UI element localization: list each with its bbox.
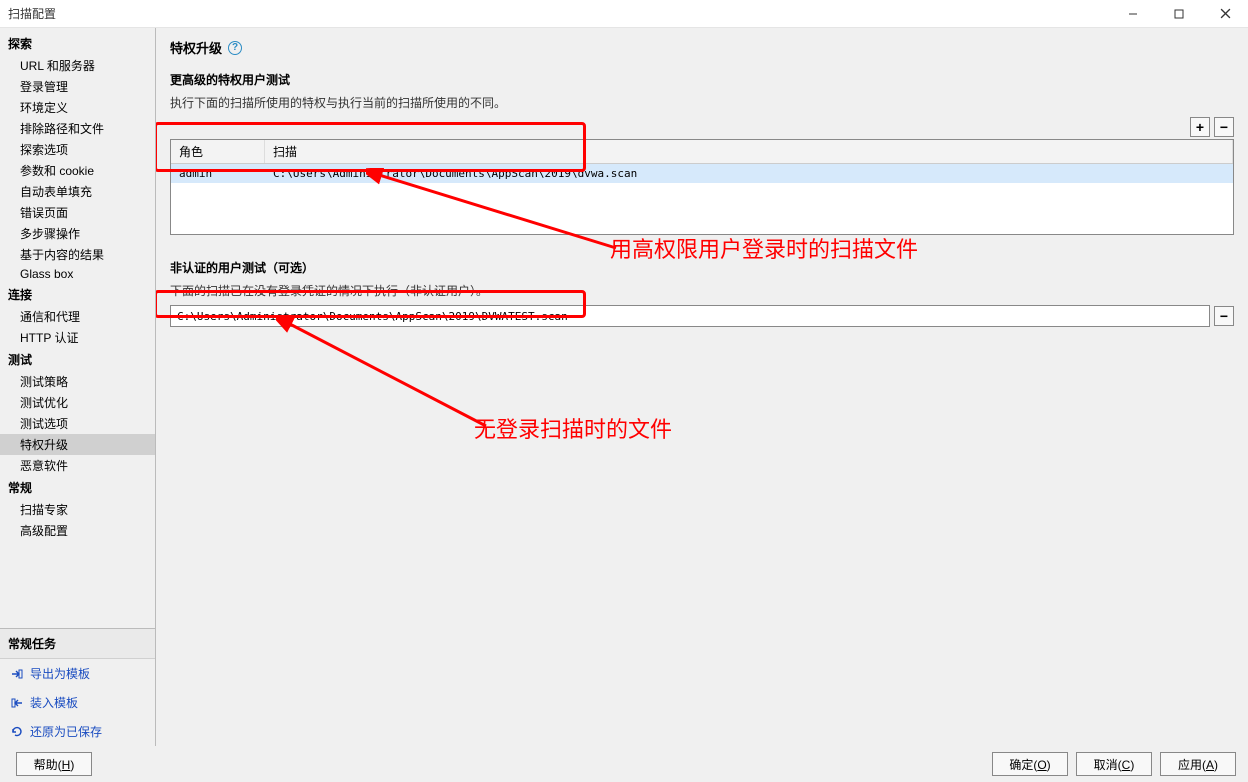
sidebar: 探索 URL 和服务器 登录管理 环境定义 排除路径和文件 探索选项 参数和 c…	[0, 28, 156, 746]
task-revert-saved[interactable]: 还原为已保存	[0, 717, 155, 746]
titlebar: 扫描配置	[0, 0, 1248, 28]
section2-title: 非认证的用户测试（可选）	[170, 259, 1234, 276]
tree-item-testoptions[interactable]: 测试选项	[0, 413, 155, 434]
add-row-button[interactable]: +	[1190, 117, 1210, 137]
clear-path-button[interactable]: −	[1214, 306, 1234, 326]
tree-item-params[interactable]: 参数和 cookie	[0, 160, 155, 181]
tasks-header: 常规任务	[0, 629, 155, 659]
help-button[interactable]: 帮助(H)	[16, 752, 92, 776]
section1-title: 更高级的特权用户测试	[170, 71, 1234, 88]
window-controls	[1110, 0, 1248, 28]
unauth-path-input[interactable]	[170, 305, 1210, 327]
minimize-button[interactable]	[1110, 0, 1156, 28]
footer-right: 确定(O) 取消(C) 应用(A)	[992, 752, 1240, 776]
tree-item-comm[interactable]: 通信和代理	[0, 306, 155, 327]
page-title-row: 特权升级 ?	[170, 38, 1234, 57]
maximize-button[interactable]	[1156, 0, 1202, 28]
tree-item-httpauth[interactable]: HTTP 认证	[0, 327, 155, 348]
tree-item-content[interactable]: 基于内容的结果	[0, 244, 155, 265]
annotation-2: 无登录扫描时的文件	[474, 412, 672, 444]
task-load-template[interactable]: 装入模板	[0, 688, 155, 717]
tree-item-advanced[interactable]: 高级配置	[0, 520, 155, 541]
tree-item-privilege[interactable]: 特权升级	[0, 434, 155, 455]
col-role[interactable]: 角色	[171, 140, 265, 163]
tree-group-connect[interactable]: 连接	[0, 283, 155, 306]
page-title: 特权升级	[170, 38, 222, 57]
footer: 帮助(H) 确定(O) 取消(C) 应用(A)	[0, 746, 1248, 782]
table-header: 角色 扫描	[171, 140, 1233, 164]
table-row[interactable]: admin C:\Users\Administrator\Documents\A…	[171, 164, 1233, 183]
section1-desc: 执行下面的扫描所使用的特权与执行当前的扫描所使用的不同。	[170, 94, 1234, 111]
tree-item-autoform[interactable]: 自动表单填充	[0, 181, 155, 202]
help-icon[interactable]: ?	[228, 41, 242, 55]
cell-role: admin	[171, 164, 265, 183]
cell-scan: C:\Users\Administrator\Documents\AppScan…	[265, 164, 1233, 183]
tree-item-multistep[interactable]: 多步骤操作	[0, 223, 155, 244]
tree-group-test[interactable]: 测试	[0, 348, 155, 371]
tree-item-env[interactable]: 环境定义	[0, 97, 155, 118]
tree-item-exclude[interactable]: 排除路径和文件	[0, 118, 155, 139]
table-toolbar: + −	[170, 117, 1234, 137]
tree-item-glassbox[interactable]: Glass box	[0, 265, 155, 283]
task-link-label: 还原为已保存	[30, 723, 102, 740]
export-icon	[10, 667, 24, 681]
window-title: 扫描配置	[8, 5, 1110, 22]
ok-button[interactable]: 确定(O)	[992, 752, 1068, 776]
section2-desc: 下面的扫描已在没有登录凭证的情况下执行（非认证用户）。	[170, 282, 1234, 299]
content-panel: 特权升级 ? 更高级的特权用户测试 执行下面的扫描所使用的特权与执行当前的扫描所…	[156, 28, 1248, 746]
unauth-section: 非认证的用户测试（可选） 下面的扫描已在没有登录凭证的情况下执行（非认证用户）。…	[170, 259, 1234, 327]
tree-group-general[interactable]: 常规	[0, 476, 155, 499]
apply-button[interactable]: 应用(A)	[1160, 752, 1236, 776]
tree-item-url[interactable]: URL 和服务器	[0, 55, 155, 76]
cancel-button[interactable]: 取消(C)	[1076, 752, 1152, 776]
tree-item-testpolicy[interactable]: 测试策略	[0, 371, 155, 392]
tree-item-malware[interactable]: 恶意软件	[0, 455, 155, 476]
import-icon	[10, 696, 24, 710]
privileged-table: 角色 扫描 admin C:\Users\Administrator\Docum…	[170, 139, 1234, 235]
task-link-label: 导出为模板	[30, 665, 90, 682]
close-button[interactable]	[1202, 0, 1248, 28]
tree-item-scanexpert[interactable]: 扫描专家	[0, 499, 155, 520]
remove-row-button[interactable]: −	[1214, 117, 1234, 137]
arrow-2-icon	[276, 316, 506, 436]
tree-item-explore-opts[interactable]: 探索选项	[0, 139, 155, 160]
task-export-template[interactable]: 导出为模板	[0, 659, 155, 688]
nav-tree: 探索 URL 和服务器 登录管理 环境定义 排除路径和文件 探索选项 参数和 c…	[0, 28, 155, 628]
tree-item-login[interactable]: 登录管理	[0, 76, 155, 97]
task-link-label: 装入模板	[30, 694, 78, 711]
tasks-panel: 常规任务 导出为模板 装入模板 还原为已保存	[0, 628, 155, 746]
tree-group-explore[interactable]: 探索	[0, 32, 155, 55]
path-row: −	[170, 305, 1234, 327]
tree-item-testopt[interactable]: 测试优化	[0, 392, 155, 413]
col-scan[interactable]: 扫描	[265, 140, 1233, 163]
footer-left: 帮助(H)	[8, 752, 992, 776]
main-area: 探索 URL 和服务器 登录管理 环境定义 排除路径和文件 探索选项 参数和 c…	[0, 28, 1248, 746]
tree-item-errorpage[interactable]: 错误页面	[0, 202, 155, 223]
privileged-section: 更高级的特权用户测试 执行下面的扫描所使用的特权与执行当前的扫描所使用的不同。 …	[170, 71, 1234, 235]
revert-icon	[10, 725, 24, 739]
